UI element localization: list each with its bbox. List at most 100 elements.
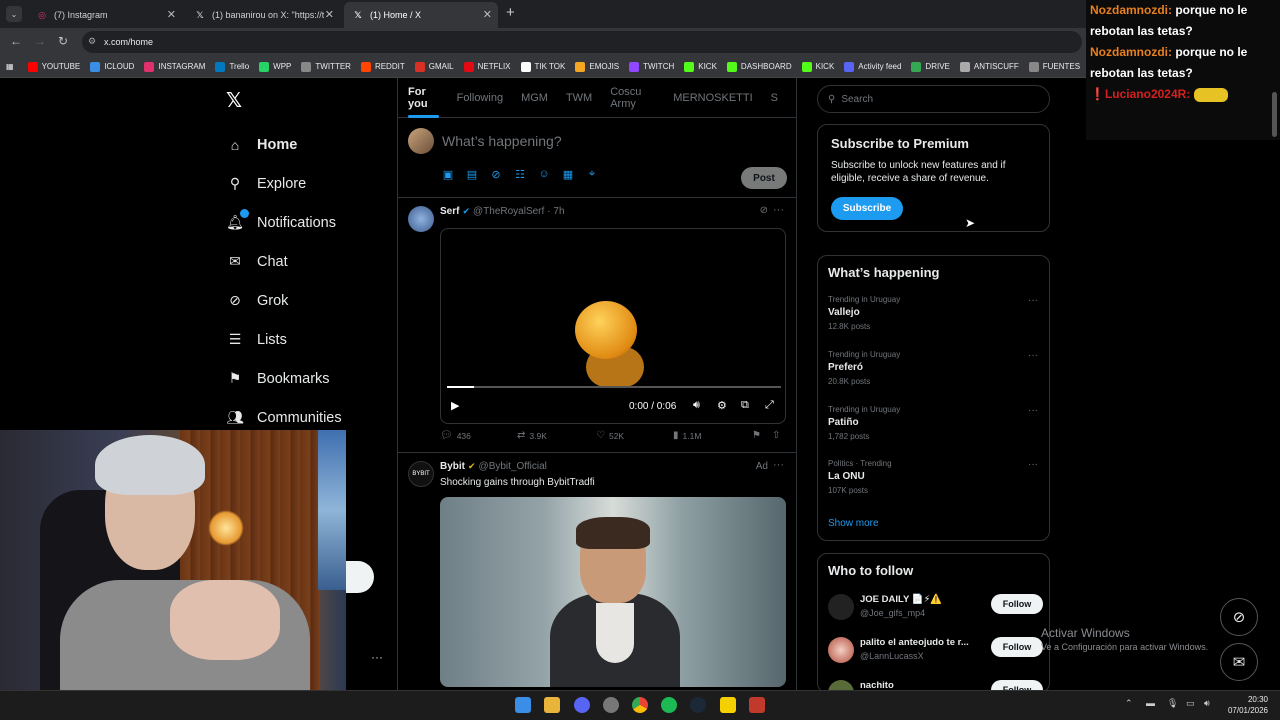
subscribe-button[interactable]: Subscribe — [831, 197, 903, 220]
tab-feed[interactable]: MGM — [521, 78, 548, 118]
more-icon[interactable]: ··· — [1028, 295, 1038, 306]
video-progress-bar[interactable] — [447, 386, 781, 388]
trend-item[interactable]: Trending in Uruguay Patiño 1,782 posts ·… — [828, 405, 1038, 441]
grok-icon[interactable]: ⊘ — [760, 205, 768, 216]
tab-instagram[interactable]: ◎ (7) Instagram ✕ — [28, 2, 182, 28]
sidebar-post-button[interactable] — [346, 561, 374, 593]
more-icon[interactable]: ··· — [1028, 405, 1038, 416]
tab-feed[interactable]: TWM — [566, 78, 592, 118]
bookmark-item[interactable]: INSTAGRAM — [144, 61, 205, 72]
trend-item[interactable]: Trending in Uruguay Preferó 20.8K posts … — [828, 350, 1038, 386]
steam-icon[interactable] — [690, 697, 706, 713]
sidebar-item-notifications[interactable]: 🔔︎ Notifications — [226, 203, 342, 242]
tweet-ad[interactable]: BYBIT Bybit ✔ @Bybit_Official Ad ··· Sho… — [398, 453, 796, 690]
tab-feed[interactable]: MERNOSKETTI — [673, 78, 752, 118]
bookmark-item[interactable]: TIK TOK — [520, 61, 565, 72]
apps-icon[interactable]: ▦ — [6, 62, 14, 71]
bookmark-item[interactable]: KICK — [801, 61, 834, 72]
bookmark-item[interactable]: TWITCH — [629, 61, 674, 72]
trend-item[interactable]: Politics · Trending La ONU 107K posts ··… — [828, 459, 1038, 495]
bookmark-item[interactable]: REDDIT — [360, 61, 405, 72]
follow-button[interactable]: Follow — [991, 637, 1043, 657]
avatar[interactable] — [408, 128, 434, 154]
pip-icon[interactable]: ⧉ — [741, 399, 749, 412]
sidebar-item-grok[interactable]: ⊘ Grok — [226, 281, 342, 320]
bookmark-item[interactable]: EMOJIS — [575, 61, 619, 72]
trend-item[interactable]: Trending in Uruguay Vallejo 12.8K posts … — [828, 295, 1038, 331]
grok-icon[interactable]: ⊘ — [490, 168, 502, 181]
url-field[interactable]: ⚙ x.com/home — [82, 31, 1082, 53]
post-button[interactable]: Post — [741, 167, 787, 189]
back-button[interactable]: ← — [10, 34, 22, 48]
tweet[interactable]: Serf ✔ @TheRoyalSerf · 7h ⊘ ··· ▶ 0:00 /… — [398, 198, 796, 453]
location-icon[interactable]: ⌖ — [586, 168, 598, 181]
repost-button[interactable]: ⇄ 3.9K — [517, 430, 547, 441]
avatar[interactable] — [828, 637, 854, 663]
messages-fab-button[interactable]: ✉ — [1220, 643, 1258, 681]
emoji-icon[interactable]: ☺ — [538, 168, 550, 181]
image-icon[interactable]: ▣ — [442, 168, 454, 181]
follow-suggestion[interactable]: JOE DAILY 📄⚡⚠️ @Joe_gifs_mp4 Follow — [828, 594, 1043, 628]
ad-image[interactable] — [440, 497, 786, 687]
sidebar-item-explore[interactable]: ⚲ Explore — [226, 164, 342, 203]
more-icon[interactable]: ··· — [1028, 459, 1038, 470]
avatar[interactable]: BYBIT — [408, 461, 434, 487]
follow-suggestion[interactable]: palito el anteojudo te r... @LannLucassX… — [828, 637, 1043, 671]
fullscreen-icon[interactable]: ⤢ — [765, 399, 774, 412]
share-button[interactable]: ⇧ — [772, 430, 784, 441]
bookmark-item[interactable]: TWITTER — [301, 61, 351, 72]
bookmark-item[interactable]: KICK — [684, 61, 717, 72]
close-icon[interactable]: ✕ — [325, 8, 334, 21]
volume-icon[interactable]: 🔊︎ — [693, 399, 700, 412]
spotify-icon[interactable] — [661, 697, 677, 713]
chrome-icon[interactable] — [632, 697, 648, 713]
grok-fab-button[interactable]: ⊘ — [1220, 598, 1258, 636]
show-more-link[interactable]: Show more — [828, 518, 879, 529]
bookmark-item[interactable]: NETFLIX — [463, 61, 511, 72]
tray-flag-icon[interactable]: ▬ — [1146, 698, 1155, 708]
play-icon[interactable]: ▶ — [451, 399, 459, 412]
settings-icon[interactable]: ⚙ — [717, 399, 727, 412]
site-info-icon[interactable]: ⚙ — [88, 36, 96, 47]
bookmark-button[interactable]: ⚑ — [752, 430, 765, 441]
composer-input[interactable]: What’s happening? — [442, 133, 562, 149]
display-icon[interactable]: ▭ — [1186, 698, 1195, 709]
avatar[interactable] — [828, 594, 854, 620]
sidebar-item-lists[interactable]: ☰ Lists — [226, 320, 342, 359]
views-button[interactable]: ▮ 1.1M — [673, 430, 701, 441]
forward-button[interactable]: → — [34, 34, 46, 48]
volume-icon[interactable]: 🔊︎ — [1204, 698, 1210, 709]
bookmark-item[interactable]: Trello — [215, 61, 249, 72]
bookmark-item[interactable]: ANTISCUFF — [959, 61, 1019, 72]
taskbar-clock[interactable]: 20:30 07/01/2026 — [1222, 694, 1268, 716]
tweet-time[interactable]: · 7h — [547, 206, 564, 217]
microphone-icon[interactable]: 🎙︎ — [1167, 698, 1178, 709]
tray-chevron-icon[interactable]: ⌃ — [1125, 698, 1133, 709]
tweet-handle[interactable]: @Bybit_Official — [479, 461, 547, 472]
tweet-author-name[interactable]: Serf — [440, 206, 459, 217]
bookmark-item[interactable]: WPP — [259, 61, 291, 72]
tweet-handle[interactable]: @TheRoyalSerf — [473, 206, 544, 217]
search-input[interactable]: ⚲ Search — [817, 85, 1050, 113]
bookmark-item[interactable]: ICLOUD — [90, 61, 134, 72]
more-icon[interactable]: ··· — [773, 204, 784, 216]
bookmark-item[interactable]: DASHBOARD — [726, 61, 792, 72]
follow-button[interactable]: Follow — [991, 594, 1043, 614]
file-explorer-icon[interactable] — [544, 697, 560, 713]
tab-bananirou[interactable]: 𝕏 (1) bananirou on X: "https://t.co ✕ — [186, 2, 340, 28]
close-icon[interactable]: ✕ — [483, 8, 492, 21]
tab-feed[interactable]: Coscu Army — [610, 78, 655, 118]
tab-feed[interactable]: S — [771, 78, 778, 118]
bookmark-item[interactable]: YOUTUBE — [27, 61, 80, 72]
notes-icon[interactable] — [720, 697, 736, 713]
bookmark-item[interactable]: FUENTES — [1028, 61, 1080, 72]
bookmark-item[interactable]: Activity feed — [844, 61, 901, 72]
like-button[interactable]: ♡ 52K — [596, 430, 624, 441]
schedule-icon[interactable]: ▦ — [562, 168, 574, 181]
tweet-author-name[interactable]: Bybit — [440, 461, 465, 472]
sidebar-item-home[interactable]: ⌂ Home — [226, 125, 342, 164]
more-icon[interactable]: ··· — [1028, 350, 1038, 361]
tab-feed[interactable]: For you — [408, 78, 439, 118]
windows-start-icon[interactable] — [515, 697, 531, 713]
discord-icon[interactable] — [574, 697, 590, 713]
